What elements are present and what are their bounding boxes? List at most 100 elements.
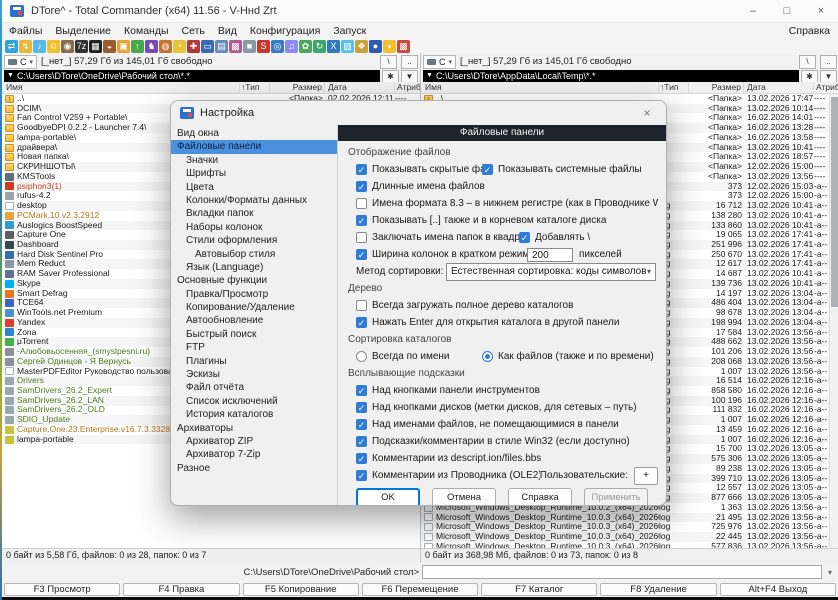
- column-name[interactable]: Имя: [5, 82, 240, 93]
- checkbox[interactable]: ✓: [356, 249, 367, 260]
- toolbar-icon[interactable]: 7z: [75, 40, 88, 53]
- toolbar-icon[interactable]: ▤: [215, 40, 228, 53]
- settings-tree-item[interactable]: Быстрый поиск: [171, 328, 337, 341]
- scrollbar-thumb[interactable]: [831, 97, 838, 307]
- parent-dir-button[interactable]: ..: [401, 55, 418, 69]
- menu-item[interactable]: Запуск: [333, 25, 366, 37]
- toolbar-icon[interactable]: ♪: [33, 40, 46, 53]
- toolbar-icon[interactable]: ✿: [299, 40, 312, 53]
- settings-tree-item[interactable]: Вид окна: [171, 127, 337, 140]
- toolbar-icon[interactable]: ▩: [397, 40, 410, 53]
- column-attr[interactable]: Атрибуты: [814, 82, 838, 93]
- checkbox[interactable]: [356, 198, 367, 209]
- settings-tree-item[interactable]: Архиваторы: [171, 422, 337, 435]
- column-date[interactable]: Дата: [325, 82, 395, 93]
- checkbox[interactable]: ✓: [356, 402, 367, 413]
- toolbar-icon[interactable]: ◔: [173, 40, 186, 53]
- checkbox[interactable]: ✓: [356, 181, 367, 192]
- checkbox-option[interactable]: ✓Ширина колонок в кратком режиме не боле…: [356, 249, 527, 260]
- settings-tree-item[interactable]: Плагины: [171, 355, 337, 368]
- sort-method-select[interactable]: Естественная сортировка: коды символов и…: [446, 263, 656, 281]
- checkbox-option[interactable]: ✓Показывать скрытые файлы: [356, 164, 482, 175]
- checkbox-option[interactable]: ✓Показывать [..] также и в корневом ката…: [356, 215, 606, 226]
- settings-tree-item[interactable]: Копирование/Удаление: [171, 301, 337, 314]
- function-key-button[interactable]: F4 Правка: [123, 583, 239, 596]
- radio[interactable]: [356, 351, 367, 362]
- toolbar-icon[interactable]: ✚: [187, 40, 200, 53]
- drive-selector[interactable]: C ▾: [4, 55, 37, 69]
- checkbox[interactable]: ✓: [519, 232, 530, 243]
- toolbar-icon[interactable]: ●: [369, 40, 382, 53]
- checkbox[interactable]: ✓: [356, 419, 367, 430]
- checkbox-option[interactable]: ✓Добавлять \: [519, 232, 590, 243]
- cancel-button[interactable]: Отмена: [432, 488, 496, 506]
- checkbox[interactable]: ✓: [482, 164, 493, 175]
- settings-tree-item[interactable]: Эскизы: [171, 368, 337, 381]
- toolbar-icon[interactable]: ☺: [47, 40, 60, 53]
- settings-tree-item[interactable]: Колонки/Форматы данных: [171, 194, 337, 207]
- function-key-button[interactable]: F8 Удаление: [600, 583, 716, 596]
- toolbar-icon[interactable]: ♞: [145, 40, 158, 53]
- column-name[interactable]: Имя: [424, 82, 659, 93]
- toolbar-icon[interactable]: ▦: [89, 40, 102, 53]
- menu-item[interactable]: Вид: [218, 25, 237, 37]
- menu-item[interactable]: Выделение: [55, 25, 111, 37]
- file-row[interactable]: Microsoft_Windows_Desktop_Runtime_10.0.3…: [421, 542, 838, 548]
- settings-tree-item[interactable]: Архиватор 7-Zip: [171, 448, 337, 461]
- vertical-scrollbar[interactable]: [829, 94, 838, 548]
- dialog-close-icon[interactable]: ×: [632, 106, 662, 120]
- toolbar-icon[interactable]: ▩: [229, 40, 242, 53]
- settings-tree-item[interactable]: Стили оформления: [171, 234, 337, 247]
- number-input[interactable]: 200: [527, 248, 573, 262]
- column-attr[interactable]: Атрибуты: [395, 82, 420, 93]
- toolbar-icon[interactable]: ↻: [313, 40, 326, 53]
- checkbox-option[interactable]: Заключать имена папок в квадратные скобк…: [356, 232, 519, 243]
- settings-tree-item[interactable]: FTP: [171, 341, 337, 354]
- radio[interactable]: [482, 351, 493, 362]
- checkbox[interactable]: ✓: [356, 436, 367, 447]
- settings-tree-item[interactable]: Автовыбор стиля: [171, 248, 337, 261]
- settings-tree-item[interactable]: История каталогов: [171, 408, 337, 421]
- toolbar-icon[interactable]: ◎: [271, 40, 284, 53]
- menu-item[interactable]: Сеть: [182, 25, 205, 37]
- column-size[interactable]: Размер: [270, 82, 325, 93]
- minimize-button[interactable]: –: [736, 0, 770, 22]
- settings-tree-item[interactable]: Значки: [171, 154, 337, 167]
- checkbox-option[interactable]: ✓Комментарии из descript.ion/files.bbs: [356, 453, 541, 464]
- checkbox-option[interactable]: ✓Комментарии из Проводника (OLE2): [356, 470, 540, 481]
- root-dir-button[interactable]: \: [380, 55, 397, 69]
- settings-tree-item[interactable]: Правка/Просмотр: [171, 288, 337, 301]
- dialog-title-bar[interactable]: Настройка ×: [171, 101, 666, 125]
- column-size[interactable]: Размер: [689, 82, 744, 93]
- toolbar-icon[interactable]: ◗: [383, 40, 396, 53]
- toolbar-icon[interactable]: X: [327, 40, 340, 53]
- toolbar-icon[interactable]: ◍: [159, 40, 172, 53]
- toolbar-icon[interactable]: ❖: [355, 40, 368, 53]
- function-key-button[interactable]: F5 Копирование: [243, 583, 359, 596]
- toolbar-icon[interactable]: ▭: [201, 40, 214, 53]
- checkbox-option[interactable]: ✓Над кнопками панели инструментов: [356, 385, 540, 396]
- title-bar[interactable]: DTore^ - Total Commander (x64) 11.56 - V…: [2, 0, 838, 23]
- checkbox-option[interactable]: ✓Длинные имена файлов: [356, 181, 485, 192]
- checkbox-option[interactable]: Всегда загружать полное дерево каталогов: [356, 300, 573, 311]
- settings-tree-item[interactable]: Файловые панели: [171, 140, 337, 153]
- checkbox[interactable]: ✓: [356, 453, 367, 464]
- column-date[interactable]: Дата: [744, 82, 814, 93]
- checkbox[interactable]: ✓: [356, 385, 367, 396]
- checkbox-option[interactable]: ✓Над кнопками дисков (метки дисков, для …: [356, 402, 637, 413]
- menu-item[interactable]: Команды: [124, 25, 169, 37]
- settings-tree-item[interactable]: Основные функции: [171, 274, 337, 287]
- toolbar-icon[interactable]: ⇄: [5, 40, 18, 53]
- checkbox-option[interactable]: ✓Показывать системные файлы: [482, 164, 642, 175]
- menu-item[interactable]: Конфигурация: [250, 25, 320, 37]
- menu-item[interactable]: Файлы: [9, 25, 42, 37]
- maximize-button[interactable]: □: [770, 0, 804, 22]
- radio-option[interactable]: Как файлов (также и по времени): [482, 351, 654, 362]
- ok-button[interactable]: OK: [356, 488, 420, 506]
- settings-tree-item[interactable]: Автообновление: [171, 314, 337, 327]
- column-type[interactable]: ↑Тип: [240, 82, 270, 93]
- toolbar-icon[interactable]: ▣: [117, 40, 130, 53]
- settings-tree-item[interactable]: Архиватор ZIP: [171, 435, 337, 448]
- checkbox[interactable]: ✓: [356, 470, 367, 481]
- checkbox[interactable]: ✓: [356, 164, 367, 175]
